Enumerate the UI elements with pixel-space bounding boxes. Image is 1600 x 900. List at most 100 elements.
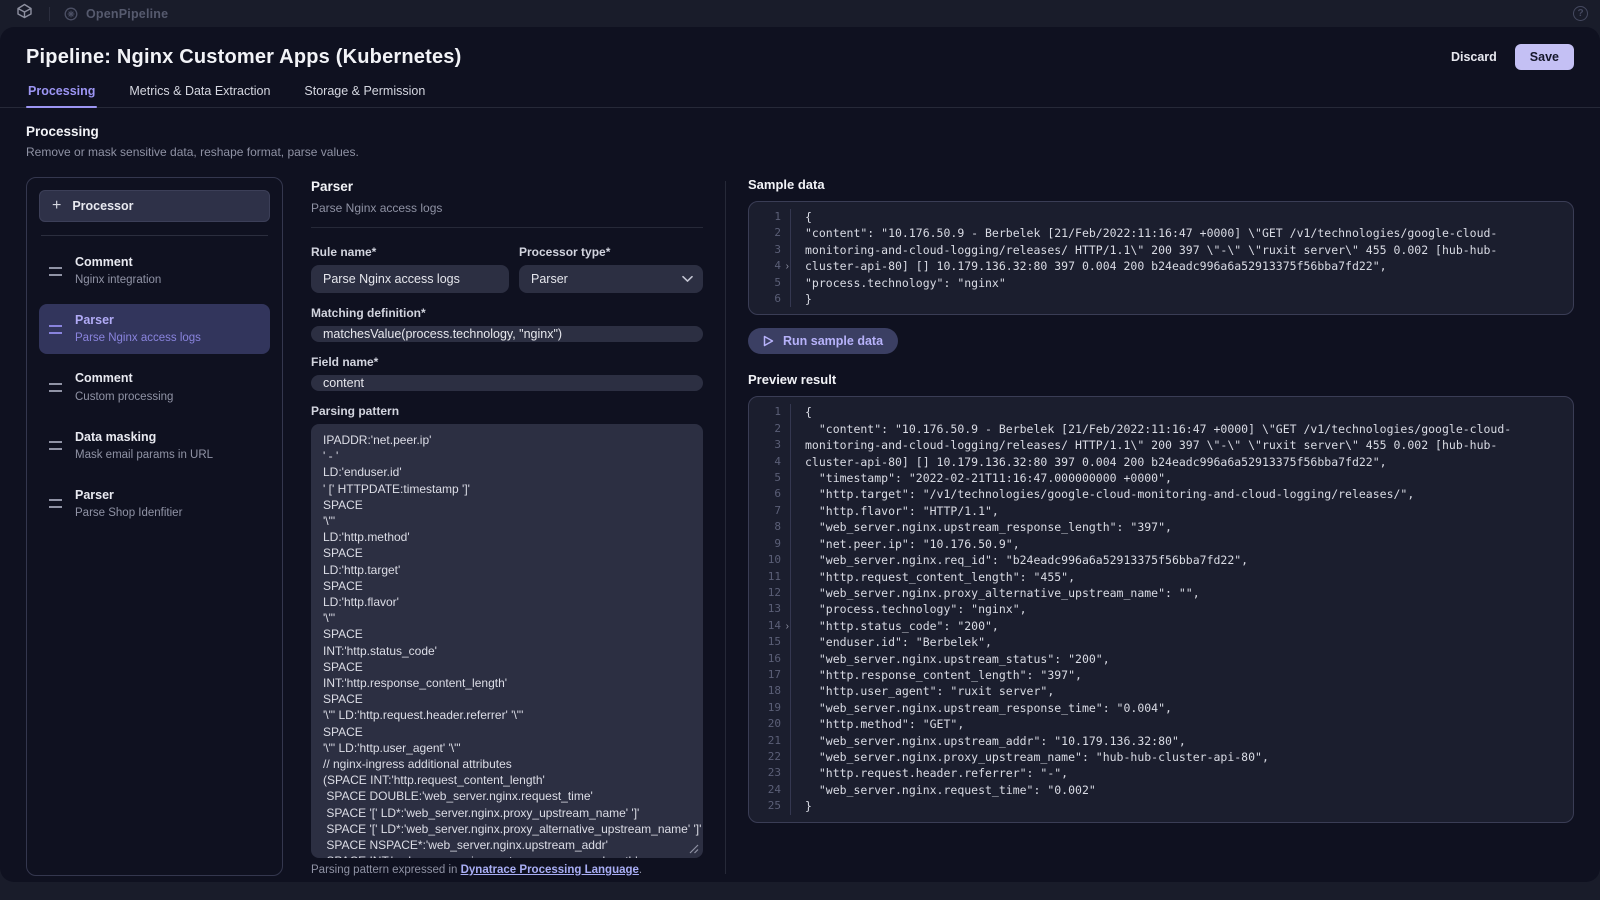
code-line: 14› "http.status_code": "200",	[749, 618, 1573, 634]
code-line: 8 "web_server.nginx.upstream_response_le…	[749, 519, 1573, 535]
processor-list-item[interactable]: Parser Parse Nginx access logs	[39, 304, 270, 354]
code-text: "web_server.nginx.proxy_alternative_upst…	[791, 585, 1573, 601]
save-button[interactable]: Save	[1515, 44, 1574, 70]
code-text: "web_server.nginx.upstream_status": "200…	[791, 651, 1573, 667]
page-title: Pipeline: Nginx Customer Apps (Kubernete…	[26, 46, 462, 69]
processing-section: Processing Remove or mask sensitive data…	[0, 108, 1600, 882]
line-number: 1	[749, 404, 791, 420]
tab-metrics-data-extraction[interactable]: Metrics & Data Extraction	[127, 78, 272, 107]
add-processor-button[interactable]: + Processor	[39, 190, 270, 222]
line-number: 7	[749, 503, 791, 519]
processor-name: Parse Shop Idenfitier	[75, 506, 182, 521]
code-line: 23 "http.request.header.referrer": "-",	[749, 765, 1573, 781]
line-number: 12	[749, 585, 791, 601]
code-line: 12 "web_server.nginx.proxy_alternative_u…	[749, 585, 1573, 601]
code-line: 3monitoring-and-cloud-logging/releases/ …	[749, 242, 1573, 258]
field-name-input[interactable]	[311, 375, 703, 391]
line-number: 3	[749, 242, 791, 258]
drag-handle-icon[interactable]	[49, 499, 62, 508]
code-text: cluster-api-80] [] 10.179.136.32:80 397 …	[791, 258, 1573, 274]
line-number: 5	[749, 275, 791, 291]
drag-handle-icon[interactable]	[49, 267, 62, 276]
processor-type-value: Parser	[531, 272, 568, 286]
line-number: 22	[749, 749, 791, 765]
pipeline-header: Pipeline: Nginx Customer Apps (Kubernete…	[0, 27, 1600, 78]
processor-editor: Parser Parse Nginx access logs Rule name…	[311, 177, 703, 876]
processor-list-item[interactable]: ParserParse Shop Idenfitier	[39, 479, 270, 529]
dynatrace-logo-icon[interactable]	[16, 3, 33, 24]
code-line: 3monitoring-and-cloud-logging/releases/ …	[749, 437, 1573, 453]
code-line: 16 "web_server.nginx.upstream_status": "…	[749, 651, 1573, 667]
openpipeline-icon	[64, 7, 78, 21]
processor-name: Parse Nginx access logs	[75, 331, 201, 346]
processor-list-item[interactable]: Data maskingMask email params in URL	[39, 421, 270, 471]
matching-definition-input[interactable]	[311, 326, 703, 342]
rule-name-input[interactable]	[311, 265, 509, 293]
line-number: 4›	[749, 258, 791, 274]
code-line: 18 "http.user_agent": "ruxit server",	[749, 683, 1573, 699]
fold-chevron-icon[interactable]: ›	[786, 619, 789, 635]
code-line: 1{	[749, 404, 1573, 420]
code-line: 5 "timestamp": "2022-02-21T11:16:47.0000…	[749, 470, 1573, 486]
sample-data-block: 1{2"content": "10.176.50.9 - Berbelek [2…	[748, 201, 1574, 315]
list-divider	[41, 235, 268, 236]
editor-title: Parser	[311, 179, 703, 194]
line-number: 8	[749, 519, 791, 535]
code-line: 10 "web_server.nginx.req_id": "b24eadc99…	[749, 552, 1573, 568]
processor-list-item[interactable]: CommentCustom processing	[39, 362, 270, 412]
fold-chevron-icon[interactable]: ›	[786, 259, 789, 275]
code-line: 17 "http.response_content_length": "397"…	[749, 667, 1573, 683]
add-processor-label: Processor	[72, 199, 133, 213]
pipeline-panel: Pipeline: Nginx Customer Apps (Kubernete…	[0, 27, 1600, 882]
tab-processing[interactable]: Processing	[26, 78, 97, 107]
line-number: 23	[749, 765, 791, 781]
code-line: 11 "http.request_content_length": "455",	[749, 569, 1573, 585]
code-text: "http.request_content_length": "455",	[791, 569, 1573, 585]
code-text: "http.target": "/v1/technologies/google-…	[791, 486, 1573, 502]
code-line: 2 "content": "10.176.50.9 - Berbelek [21…	[749, 421, 1573, 437]
code-text: {	[791, 404, 1573, 420]
tab-storage-permission[interactable]: Storage & Permission	[302, 78, 427, 107]
code-text: "web_server.nginx.upstream_response_leng…	[791, 519, 1573, 535]
plus-icon: +	[52, 200, 61, 212]
code-text: "content": "10.176.50.9 - Berbelek [21/F…	[791, 421, 1573, 437]
line-number: 16	[749, 651, 791, 667]
code-line: 2"content": "10.176.50.9 - Berbelek [21/…	[749, 225, 1573, 241]
line-number: 15	[749, 634, 791, 650]
line-number: 20	[749, 716, 791, 732]
topbar: OpenPipeline ?	[0, 0, 1600, 27]
code-line: 21 "web_server.nginx.upstream_addr": "10…	[749, 733, 1573, 749]
run-sample-button[interactable]: Run sample data	[748, 328, 898, 354]
tab-bar: Processing Metrics & Data Extraction Stora…	[0, 78, 1600, 108]
play-icon	[763, 335, 774, 347]
code-text: "http.flavor": "HTTP/1.1",	[791, 503, 1573, 519]
drag-handle-icon[interactable]	[49, 383, 62, 392]
code-line: 4cluster-api-80] [] 10.179.136.32:80 397…	[749, 454, 1573, 470]
processor-type: Parser	[75, 312, 201, 328]
processor-list-item[interactable]: CommentNginx integration	[39, 246, 270, 296]
code-text: "web_server.nginx.upstream_addr": "10.17…	[791, 733, 1573, 749]
dpl-link[interactable]: Dynatrace Processing Language	[461, 864, 639, 876]
parsing-pattern-caption: Parsing pattern expressed in Dynatrace P…	[311, 864, 703, 876]
parsing-pattern-textarea[interactable]: IPADDR:'net.peer.ip' ' - ' LD:'enduser.i…	[311, 424, 703, 858]
processor-type-select[interactable]: Parser	[519, 265, 703, 293]
discard-button[interactable]: Discard	[1451, 50, 1497, 64]
app-title: OpenPipeline	[86, 7, 168, 21]
drag-handle-icon[interactable]	[49, 325, 62, 334]
code-text: "http.user_agent": "ruxit server",	[791, 683, 1573, 699]
line-number: 6	[749, 486, 791, 502]
line-number: 2	[749, 225, 791, 241]
drag-handle-icon[interactable]	[49, 441, 62, 450]
processor-list: + Processor CommentNginx integration Pars…	[26, 177, 283, 876]
code-line: 13 "process.technology": "nginx",	[749, 601, 1573, 617]
results-column: Sample data 1{2"content": "10.176.50.9 -…	[748, 177, 1574, 876]
code-text: "http.method": "GET",	[791, 716, 1573, 732]
code-text: "enduser.id": "Berbelek",	[791, 634, 1573, 650]
code-line: 20 "http.method": "GET",	[749, 716, 1573, 732]
editor-divider	[311, 227, 703, 228]
code-line: 6 "http.target": "/v1/technologies/googl…	[749, 486, 1573, 502]
code-text: "net.peer.ip": "10.176.50.9",	[791, 536, 1573, 552]
chevron-down-icon	[682, 275, 693, 282]
code-line: 24 "web_server.nginx.request_time": "0.0…	[749, 782, 1573, 798]
help-icon[interactable]: ?	[1573, 6, 1588, 21]
